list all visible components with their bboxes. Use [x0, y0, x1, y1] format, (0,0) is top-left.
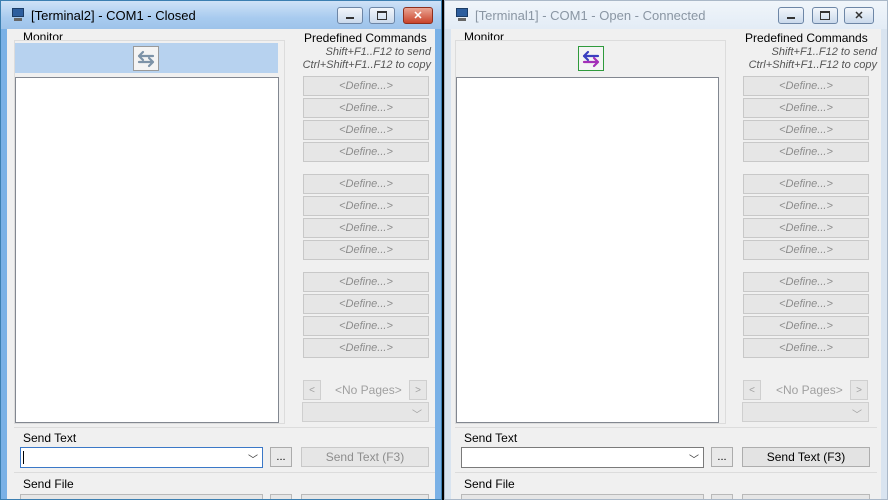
define-command-button-12[interactable]: <Define...> — [743, 338, 869, 358]
page-select[interactable]: ﹀ — [742, 402, 869, 422]
define-command-button-1[interactable]: <Define...> — [743, 76, 869, 96]
define-command-button-2[interactable]: <Define...> — [743, 98, 869, 118]
close-button[interactable]: ✕ — [844, 7, 874, 24]
define-command-button-5[interactable]: <Define...> — [303, 174, 429, 194]
define-command-button-12[interactable]: <Define...> — [303, 338, 429, 358]
send-file-label: Send File — [464, 477, 515, 491]
hint-send: Shift+F1..F12 to send — [325, 46, 431, 58]
define-command-button-11[interactable]: <Define...> — [743, 316, 869, 336]
define-command-button-5[interactable]: <Define...> — [743, 174, 869, 194]
minimize-icon — [787, 17, 795, 19]
connect-toggle-button[interactable] — [133, 46, 159, 71]
define-command-button-3[interactable]: <Define...> — [743, 120, 869, 140]
chevron-left-icon: < — [749, 384, 755, 396]
divider — [14, 472, 435, 473]
predefined-commands-title: Predefined Commands — [304, 31, 427, 45]
define-command-button-2[interactable]: <Define...> — [303, 98, 429, 118]
connect-toggle-button[interactable] — [578, 46, 604, 71]
chevron-down-icon: ﹀ — [689, 455, 699, 466]
close-button[interactable]: ✕ — [403, 7, 433, 24]
define-command-button-8[interactable]: <Define...> — [303, 240, 429, 260]
title-bar[interactable]: [Terminal1] - COM1 - Open - Connected ✕ — [445, 1, 887, 29]
send-file-button[interactable] — [301, 494, 429, 499]
next-page-button[interactable]: > — [850, 380, 868, 400]
terminal1-window: [Terminal1] - COM1 - Open - Connected ✕ … — [444, 0, 888, 500]
monitor-output-area[interactable] — [456, 77, 719, 423]
define-command-button-7[interactable]: <Define...> — [743, 218, 869, 238]
hint-copy: Ctrl+Shift+F1..F12 to copy — [302, 59, 431, 71]
send-text-input[interactable]: ﹀ — [20, 447, 263, 468]
divider — [14, 427, 435, 428]
send-file-label: Send File — [23, 477, 74, 491]
define-command-button-9[interactable]: <Define...> — [743, 272, 869, 292]
previous-page-button[interactable]: < — [303, 380, 321, 400]
send-text-label: Send Text — [23, 431, 77, 445]
send-text-label: Send Text — [464, 431, 518, 445]
divider — [455, 427, 877, 428]
define-command-button-7[interactable]: <Define...> — [303, 218, 429, 238]
send-file-input[interactable] — [20, 494, 263, 499]
define-command-button-1[interactable]: <Define...> — [303, 76, 429, 96]
hint-copy: Ctrl+Shift+F1..F12 to copy — [748, 59, 877, 71]
minimize-button[interactable] — [337, 7, 363, 24]
monitor-toolbar — [15, 43, 278, 73]
monitor-group — [455, 40, 726, 424]
chevron-down-icon: ﹀ — [412, 410, 422, 421]
define-command-button-11[interactable]: <Define...> — [303, 316, 429, 336]
close-icon: ✕ — [413, 10, 423, 22]
close-icon: ✕ — [854, 10, 864, 22]
define-command-button-10[interactable]: <Define...> — [743, 294, 869, 314]
define-command-button-9[interactable]: <Define...> — [303, 272, 429, 292]
define-command-button-4[interactable]: <Define...> — [303, 142, 429, 162]
swap-arrows-icon — [137, 50, 155, 67]
window-client-area: Monitor Predefined Commands Shift+F1..F1… — [7, 29, 435, 499]
chevron-down-icon: ﹀ — [248, 455, 258, 466]
send-text-button[interactable]: Send Text (F3) — [742, 447, 870, 467]
maximize-icon — [377, 11, 387, 20]
next-page-button[interactable]: > — [409, 380, 427, 400]
chevron-right-icon: > — [856, 384, 862, 396]
terminal2-window: [Terminal2] - COM1 - Closed ✕ Monitor Pr… — [0, 0, 442, 500]
page-select[interactable]: ﹀ — [302, 402, 429, 422]
define-command-button-6[interactable]: <Define...> — [303, 196, 429, 216]
browse-file-button[interactable] — [711, 494, 733, 499]
chevron-right-icon: > — [415, 384, 421, 396]
window-title: [Terminal1] - COM1 - Open - Connected — [475, 8, 706, 23]
monitor-group — [14, 40, 285, 424]
chevron-left-icon: < — [309, 384, 315, 396]
monitor-toolbar — [456, 43, 719, 73]
terminal-app-icon — [11, 8, 25, 21]
terminal-app-icon — [455, 8, 469, 21]
no-pages-label: <No Pages> — [335, 383, 402, 397]
browse-text-button[interactable]: ... — [711, 447, 733, 467]
monitor-output-area[interactable] — [15, 77, 279, 423]
browse-file-button[interactable] — [270, 494, 292, 499]
send-text-button[interactable]: Send Text (F3) — [301, 447, 429, 467]
swap-arrows-icon — [582, 50, 600, 67]
define-command-button-6[interactable]: <Define...> — [743, 196, 869, 216]
send-file-button[interactable] — [742, 494, 870, 499]
define-command-button-10[interactable]: <Define...> — [303, 294, 429, 314]
define-command-button-8[interactable]: <Define...> — [743, 240, 869, 260]
hint-send: Shift+F1..F12 to send — [771, 46, 877, 58]
divider — [455, 472, 877, 473]
define-command-button-3[interactable]: <Define...> — [303, 120, 429, 140]
no-pages-label: <No Pages> — [776, 383, 843, 397]
send-file-input[interactable] — [461, 494, 704, 499]
title-bar[interactable]: [Terminal2] - COM1 - Closed ✕ — [1, 1, 441, 29]
maximize-button[interactable] — [812, 7, 838, 24]
maximize-icon — [820, 11, 830, 20]
minimize-icon — [346, 17, 354, 19]
window-title: [Terminal2] - COM1 - Closed — [31, 8, 196, 23]
define-command-button-4[interactable]: <Define...> — [743, 142, 869, 162]
window-client-area: Monitor Predefined Commands Shift+F1..F1… — [451, 29, 881, 499]
chevron-down-icon: ﹀ — [852, 410, 862, 421]
predefined-commands-title: Predefined Commands — [745, 31, 868, 45]
previous-page-button[interactable]: < — [743, 380, 761, 400]
text-caret — [23, 451, 24, 464]
browse-text-button[interactable]: ... — [270, 447, 292, 467]
maximize-button[interactable] — [369, 7, 395, 24]
send-text-input[interactable]: ﹀ — [461, 447, 704, 468]
minimize-button[interactable] — [778, 7, 804, 24]
